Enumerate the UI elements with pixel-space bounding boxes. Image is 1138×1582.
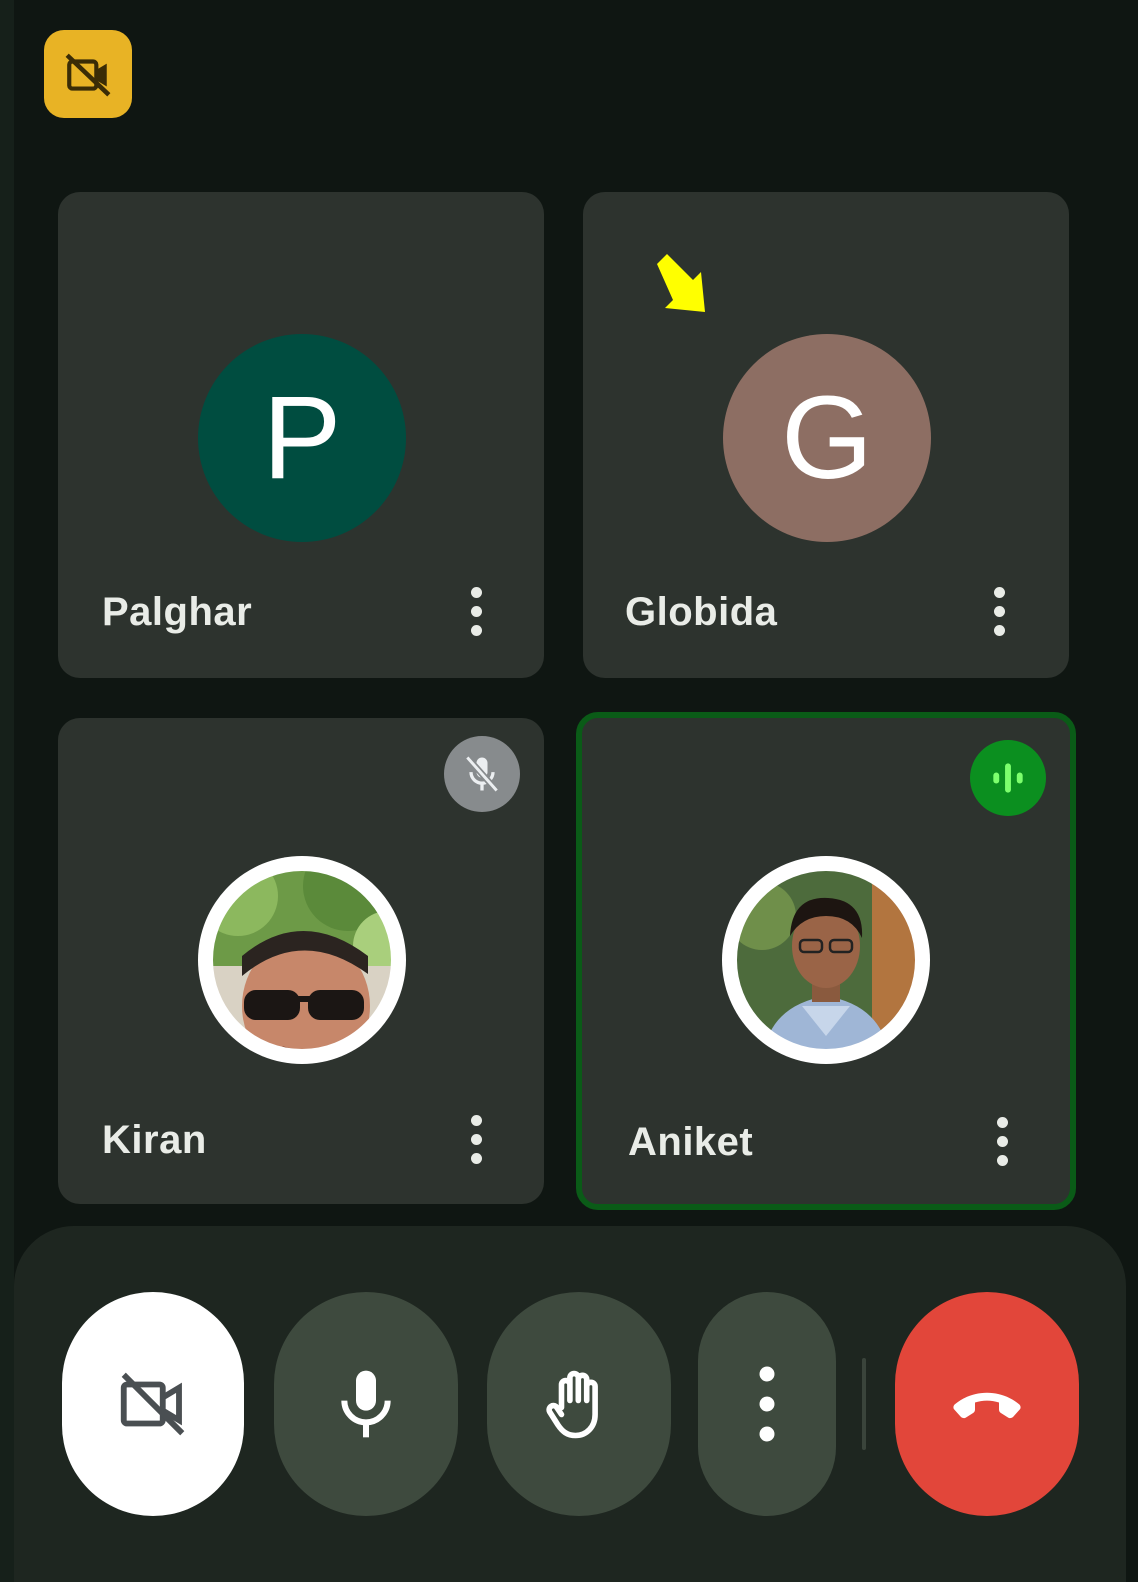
hand-raise-icon xyxy=(546,1370,598,1439)
more-options-icon[interactable] xyxy=(456,1104,496,1174)
controls-divider xyxy=(862,1358,866,1450)
microphone-icon xyxy=(341,1370,391,1438)
avatar: P xyxy=(198,334,406,542)
participant-name: Palghar xyxy=(102,590,253,634)
camera-toggle-button[interactable] xyxy=(62,1292,244,1516)
mic-off-indicator xyxy=(444,736,520,812)
participant-name: Globida xyxy=(625,590,778,634)
more-options-icon[interactable] xyxy=(982,1106,1022,1176)
end-call-button[interactable] xyxy=(895,1292,1079,1516)
more-options-icon xyxy=(759,1366,775,1442)
participant-name: Kiran xyxy=(102,1118,207,1162)
camera-off-icon xyxy=(120,1372,185,1436)
avatar: G xyxy=(723,334,931,542)
end-call-icon xyxy=(953,1392,1021,1419)
more-options-icon[interactable] xyxy=(456,576,496,646)
avatar-initial: P xyxy=(262,372,342,504)
raise-hand-button[interactable] xyxy=(487,1292,671,1516)
participant-tile-palghar[interactable]: P Palghar xyxy=(58,192,544,678)
annotation-arrow-icon xyxy=(657,254,705,312)
microphone-button[interactable] xyxy=(274,1292,458,1516)
avatar-photo xyxy=(198,856,406,1064)
speaking-indicator xyxy=(970,740,1046,816)
participant-name: Aniket xyxy=(628,1120,754,1164)
mic-off-icon xyxy=(464,755,500,793)
participant-tile-aniket[interactable]: Aniket xyxy=(576,712,1076,1210)
person-photo-icon xyxy=(199,857,405,1063)
more-options-button[interactable] xyxy=(698,1292,836,1516)
participant-tile-kiran[interactable]: Kiran xyxy=(58,718,544,1204)
top-badge[interactable] xyxy=(44,30,132,118)
person-photo-icon xyxy=(723,857,929,1063)
left-edge xyxy=(0,0,14,1582)
camera-off-icon xyxy=(65,53,111,97)
more-options-icon[interactable] xyxy=(979,576,1019,646)
participant-tile-globida[interactable]: G Globida xyxy=(583,192,1069,678)
avatar-initial: G xyxy=(781,372,873,504)
avatar-photo xyxy=(722,856,930,1064)
audio-wave-icon xyxy=(993,763,1023,793)
